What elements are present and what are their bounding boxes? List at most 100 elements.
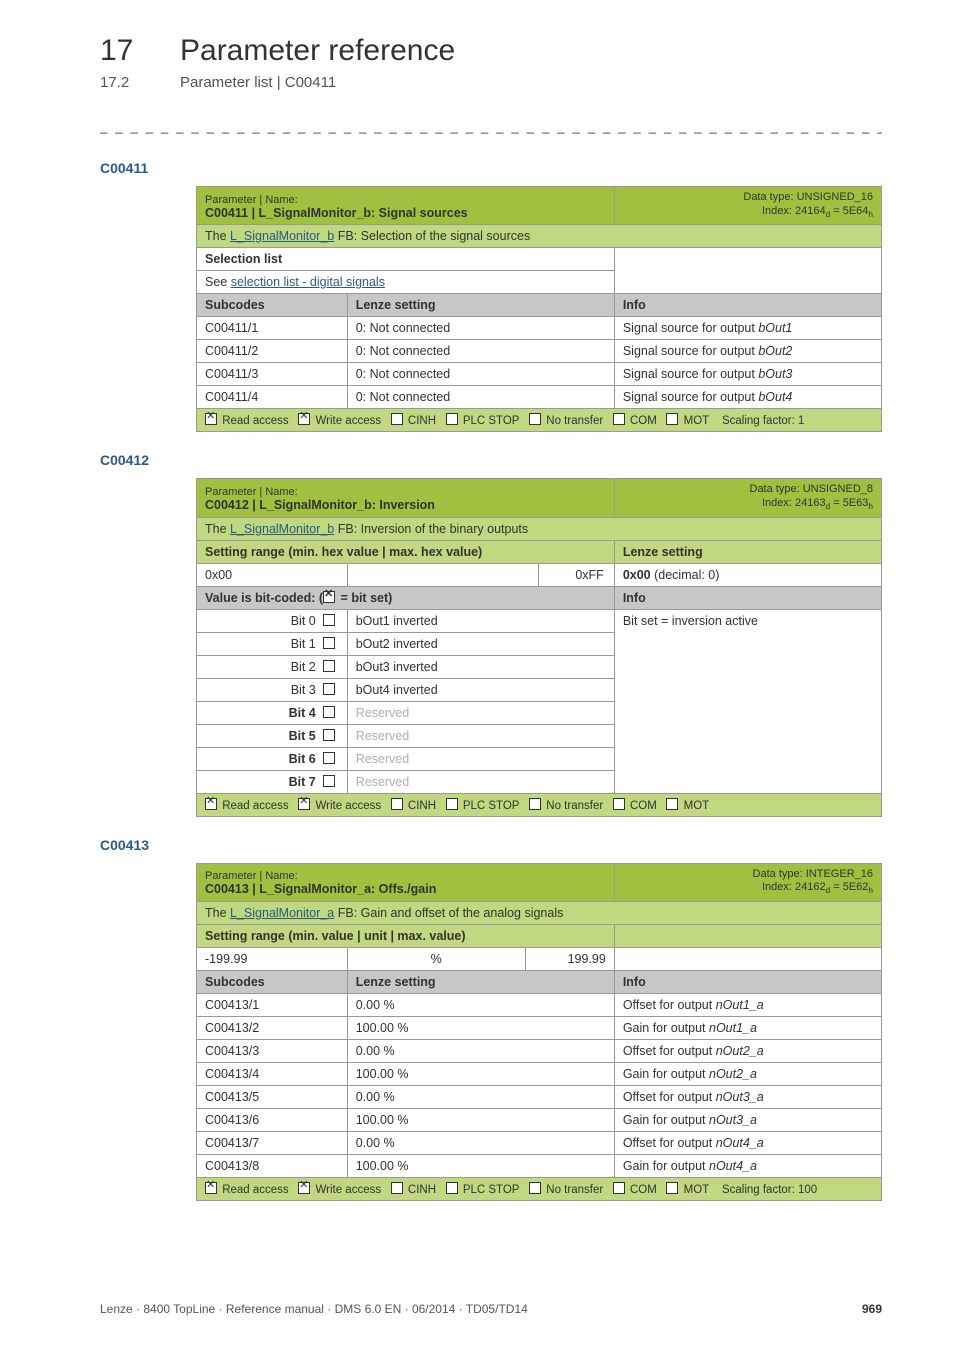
- page-number: 969: [862, 1302, 882, 1316]
- table-row: C00413/2100.00 %Gain for output nOut1_a: [197, 1016, 882, 1039]
- data-type-line2: Index: 24163d = 5E63h: [762, 497, 873, 509]
- chapter-number: 17: [100, 36, 144, 66]
- checkbox-icon: [391, 413, 403, 425]
- cell-lenze: 100.00 %: [347, 1154, 614, 1177]
- table-row: C00413/30.00 %Offset for output nOut2_a: [197, 1039, 882, 1062]
- checkbox-icon: [529, 413, 541, 425]
- cell-lenze: 100.00 %: [347, 1108, 614, 1131]
- checkbox-icon: [323, 637, 335, 649]
- checkbox-icon: [529, 798, 541, 810]
- min-value: 0x00: [197, 563, 348, 586]
- section-heading: C00411: [100, 160, 882, 176]
- table-row: C00413/10.00 %Offset for output nOut1_a: [197, 993, 882, 1016]
- access-row: Read access Write access CINH PLC STOP N…: [197, 1177, 882, 1200]
- checkbox-icon: [205, 413, 217, 425]
- table-row: C00413/50.00 %Offset for output nOut3_a: [197, 1085, 882, 1108]
- data-type-line1: Data type: UNSIGNED_8: [750, 483, 874, 495]
- setting-range-label: Setting range (min. hex value | max. hex…: [205, 545, 482, 559]
- cell-bit: Bit 3: [197, 678, 348, 701]
- table-row: C00413/6100.00 %Gain for output nOut3_a: [197, 1108, 882, 1131]
- data-type-line2: Index: 24164d = 5E64h: [762, 205, 873, 217]
- desc-link[interactable]: L_SignalMonitor_b: [230, 522, 334, 536]
- selection-list-label: Selection list: [205, 252, 282, 266]
- footer-text: Lenze · 8400 TopLine · Reference manual …: [100, 1302, 528, 1316]
- cell-info: Offset for output nOut3_a: [614, 1085, 881, 1108]
- checkbox-icon: [446, 1182, 458, 1194]
- param-table-c00412: Parameter | Name: C00412 | L_SignalMonit…: [196, 478, 882, 816]
- bit-coded-label: Value is bit-coded: ( = bit set): [197, 586, 615, 609]
- min-value: -199.99: [197, 947, 348, 970]
- cell-bit-label: bOut2 inverted: [347, 632, 614, 655]
- cell-bit: Bit 2: [197, 655, 348, 678]
- checkbox-icon: [529, 1182, 541, 1194]
- subchapter-number: 17.2: [100, 74, 144, 91]
- cell-subcode: C00413/6: [197, 1108, 348, 1131]
- cell-bit-label: Reserved: [347, 747, 614, 770]
- checkbox-icon: [323, 729, 335, 741]
- desc-text-suffix: FB: Selection of the signal sources: [334, 229, 530, 243]
- cell-bit: Bit 4: [197, 701, 348, 724]
- cell-info: Signal source for output bOut4: [614, 386, 881, 409]
- cell-subcode: C00413/5: [197, 1085, 348, 1108]
- cell-subcode: C00413/1: [197, 993, 348, 1016]
- default-value: 0x00 (decimal: 0): [614, 563, 881, 586]
- data-type-line1: Data type: INTEGER_16: [753, 868, 873, 880]
- section-heading: C00413: [100, 837, 882, 853]
- checkbox-icon: [298, 798, 310, 810]
- table-row: C00413/4100.00 %Gain for output nOut2_a: [197, 1062, 882, 1085]
- cell-subcode: C00411/4: [197, 386, 348, 409]
- section-heading: C00412: [100, 452, 882, 468]
- cell-info: Offset for output nOut1_a: [614, 993, 881, 1016]
- cell-bit-label: bOut4 inverted: [347, 678, 614, 701]
- subchapter-title: Parameter list | C00411: [180, 74, 336, 91]
- param-table-c00413: Parameter | Name: C00413 | L_SignalMonit…: [196, 863, 882, 1201]
- desc-link[interactable]: L_SignalMonitor_b: [230, 229, 334, 243]
- lenze-setting-label: Lenze setting: [623, 545, 703, 559]
- cell-bit-label: Reserved: [347, 724, 614, 747]
- cell-info: Gain for output nOut2_a: [614, 1062, 881, 1085]
- cell-subcode: C00411/3: [197, 363, 348, 386]
- table-row: C00411/2 0: Not connected Signal source …: [197, 340, 882, 363]
- cell-bit-label: bOut3 inverted: [347, 655, 614, 678]
- checkbox-icon: [323, 614, 335, 626]
- col-lenze: Lenze setting: [347, 294, 614, 317]
- cell-lenze: 0.00 %: [347, 1039, 614, 1062]
- table-row: C00413/8100.00 %Gain for output nOut4_a: [197, 1154, 882, 1177]
- param-table-c00411: Parameter | Name: C00411 | L_SignalMonit…: [196, 186, 882, 432]
- desc-link[interactable]: L_SignalMonitor_a: [230, 906, 334, 920]
- table-row: C00411/4 0: Not connected Signal source …: [197, 386, 882, 409]
- cell-info: Offset for output nOut4_a: [614, 1131, 881, 1154]
- col-lenze: Lenze setting: [347, 970, 614, 993]
- col-info: Info: [614, 586, 881, 609]
- cell-lenze: 0: Not connected: [347, 363, 614, 386]
- see-link[interactable]: selection list - digital signals: [231, 275, 385, 289]
- checkbox-icon: [666, 798, 678, 810]
- cell-lenze: 0.00 %: [347, 1131, 614, 1154]
- checkbox-icon: [613, 1182, 625, 1194]
- cell-lenze: 100.00 %: [347, 1062, 614, 1085]
- checkbox-icon: [666, 413, 678, 425]
- max-value: 0xFF: [539, 563, 614, 586]
- cell-subcode: C00413/2: [197, 1016, 348, 1039]
- checkbox-icon: [323, 683, 335, 695]
- cell-lenze: 0.00 %: [347, 993, 614, 1016]
- cell-bit: Bit 6: [197, 747, 348, 770]
- cell-bit-label: Reserved: [347, 770, 614, 793]
- cell-lenze: 0: Not connected: [347, 317, 614, 340]
- cell-subcode: C00413/8: [197, 1154, 348, 1177]
- checkbox-icon: [205, 1182, 217, 1194]
- checkbox-icon: [298, 413, 310, 425]
- checkbox-icon: [446, 413, 458, 425]
- table-row: Bit 0 bOut1 inverted Bit set = inversion…: [197, 609, 882, 632]
- data-type-line2: Index: 24162d = 5E62h: [762, 881, 873, 893]
- cell-info: Gain for output nOut1_a: [614, 1016, 881, 1039]
- cell-bit: Bit 1: [197, 632, 348, 655]
- checkbox-icon: [323, 591, 335, 603]
- cell-info: Gain for output nOut4_a: [614, 1154, 881, 1177]
- param-name-label: Parameter | Name:: [205, 194, 298, 206]
- checkbox-icon: [323, 752, 335, 764]
- desc-text-suffix: FB: Inversion of the binary outputs: [334, 522, 528, 536]
- data-type-line1: Data type: UNSIGNED_16: [743, 191, 873, 203]
- cell-subcode: C00413/7: [197, 1131, 348, 1154]
- checkbox-icon: [298, 1182, 310, 1194]
